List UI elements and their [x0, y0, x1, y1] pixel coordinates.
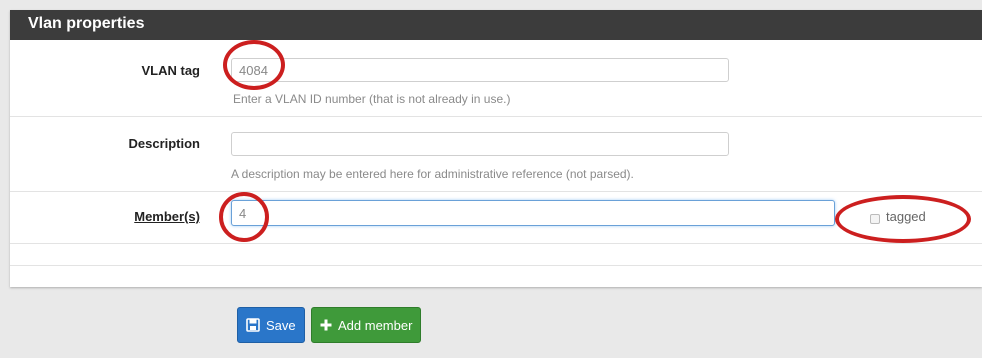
row-divider [10, 265, 982, 266]
description-help: A description may be entered here for ad… [231, 167, 634, 181]
row-divider [10, 191, 982, 192]
vlan-tag-help: Enter a VLAN ID number (that is not alre… [233, 92, 511, 106]
save-button-label: Save [266, 317, 296, 333]
plus-icon [320, 319, 332, 331]
vlan-tag-label: VLAN tag [141, 63, 201, 78]
annotation-circle-member [219, 192, 269, 242]
vlan-tag-input[interactable] [231, 58, 729, 82]
members-label[interactable]: Member(s) [10, 209, 200, 224]
vlan-properties-panel: Vlan properties VLAN tag Enter a VLAN ID… [10, 10, 982, 287]
members-input[interactable] [231, 200, 835, 226]
description-input[interactable] [231, 132, 729, 156]
add-member-button[interactable]: Add member [311, 307, 422, 343]
add-member-button-label: Add member [338, 317, 413, 333]
floppy-disk-icon [246, 318, 260, 332]
panel-header: Vlan properties [10, 10, 982, 40]
annotation-circle-vlan-tag [223, 40, 285, 90]
panel-title: Vlan properties [28, 15, 145, 32]
annotation-circle-tagged [835, 195, 971, 243]
row-divider [10, 116, 982, 117]
save-button[interactable]: Save [237, 307, 305, 343]
row-divider [10, 243, 982, 244]
description-label: Description [128, 136, 200, 151]
